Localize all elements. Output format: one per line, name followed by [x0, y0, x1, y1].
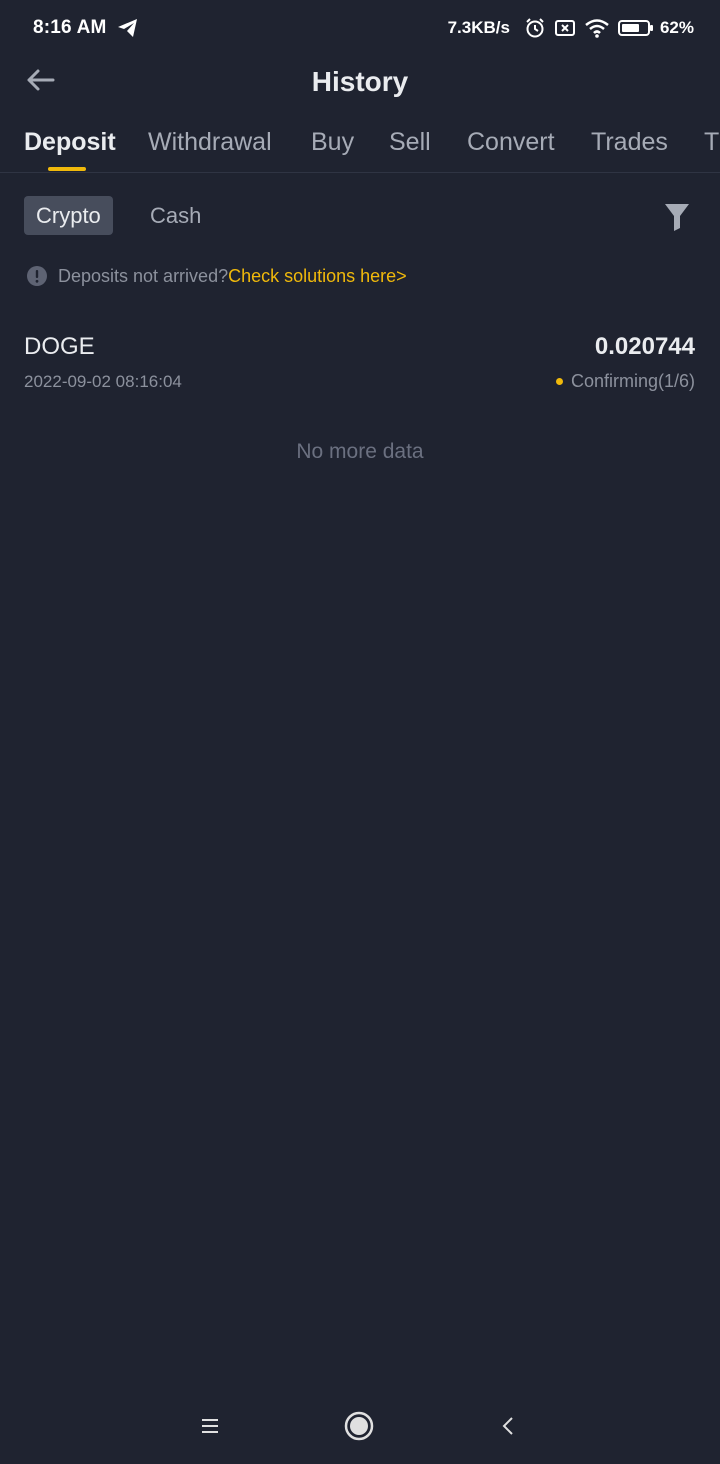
notice-text: Deposits not arrived?	[58, 265, 229, 286]
subtab-crypto[interactable]: Crypto	[24, 196, 113, 235]
menu-button[interactable]	[190, 1410, 230, 1442]
record-asset: DOGE	[24, 333, 95, 360]
page-title: History	[311, 66, 409, 97]
alarm-icon	[524, 17, 546, 39]
filter-button[interactable]	[664, 202, 690, 232]
status-dot-icon	[555, 378, 563, 385]
record-amount: 0.020744	[594, 333, 695, 360]
subtab-cash[interactable]: Cash	[150, 196, 201, 235]
back-nav-button[interactable]	[488, 1410, 528, 1442]
system-nav-bar	[0, 1400, 720, 1452]
back-icon	[502, 1417, 513, 1435]
battery-percent: 62%	[659, 18, 694, 37]
back-button[interactable]	[22, 64, 58, 96]
battery-icon	[617, 18, 654, 38]
active-tab-indicator	[48, 167, 86, 171]
app-header: History	[0, 56, 720, 108]
status-time: 8:16 AM	[33, 17, 107, 38]
no-more-data: No more data	[296, 440, 424, 463]
status-left: 8:16 AM	[33, 17, 139, 39]
sim-icon	[554, 18, 576, 38]
tab-sell[interactable]: Sell	[389, 128, 431, 157]
home-button[interactable]	[339, 1410, 379, 1442]
status-right: 7.3KB/s 62%	[448, 17, 694, 39]
menu-icon	[202, 1419, 218, 1433]
exclamation-circle-icon	[26, 265, 48, 287]
arrow-left-icon	[27, 69, 55, 91]
history-tabs: Deposit Withdrawal Buy Sell Convert Trad…	[0, 120, 720, 173]
tab-withdrawal[interactable]: Withdrawal	[148, 128, 272, 157]
tab-buy[interactable]: Buy	[311, 128, 354, 157]
record-status-text: Confirming(1/6)	[570, 371, 695, 391]
tab-truncated[interactable]: Tr	[704, 128, 720, 157]
deposit-notice: Deposits not arrived? Check solutions he…	[26, 262, 407, 290]
wifi-icon	[584, 18, 610, 38]
check-solutions-link[interactable]: Check solutions here>	[228, 266, 407, 287]
tab-trades[interactable]: Trades	[591, 128, 668, 157]
net-speed: 7.3KB/s	[447, 18, 510, 37]
record-time: 2022-09-02 08:16:04	[24, 372, 182, 391]
home-icon	[344, 1411, 374, 1441]
screen: 8:16 AM 7.3KB/s 62% History Deposit With…	[0, 0, 720, 1464]
record-status: Confirming(1/6)	[555, 371, 695, 392]
subtab-bar: Crypto Cash	[0, 196, 720, 236]
tab-deposit[interactable]: Deposit	[24, 128, 116, 157]
tab-convert[interactable]: Convert	[467, 128, 555, 157]
deposit-record[interactable]: DOGE 0.020744 2022-09-02 08:16:04 Confir…	[0, 330, 720, 400]
funnel-icon	[665, 204, 689, 231]
telegram-icon	[117, 18, 139, 38]
status-bar: 8:16 AM 7.3KB/s 62%	[0, 0, 720, 56]
